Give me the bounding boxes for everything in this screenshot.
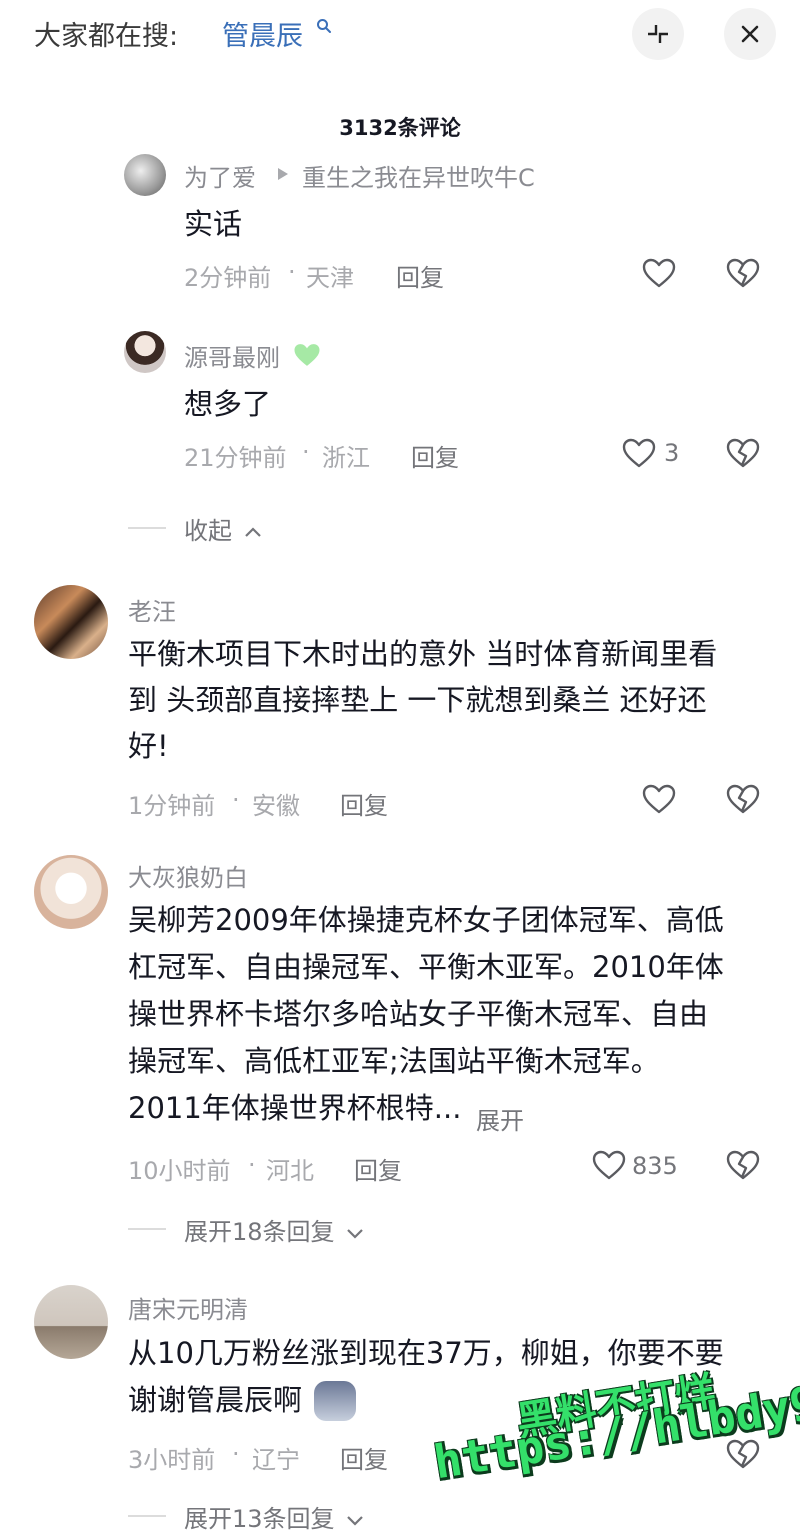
avatar[interactable] <box>34 585 108 659</box>
expand-replies-button[interactable]: 展开18条回复 <box>184 1212 364 1247</box>
avatar[interactable] <box>124 154 166 196</box>
husky-emoji-icon <box>314 1381 356 1421</box>
comment-text-line: 吴柳芳2009年体操捷克杯女子团体冠军、高低 <box>128 903 724 937</box>
reply-to-username[interactable]: 重生之我在异世吹牛C <box>302 158 535 193</box>
chevron-up-icon <box>244 527 261 537</box>
comment-text-line: 谢谢管晨辰啊 <box>128 1383 303 1417</box>
expand-text-button[interactable]: 展开 <box>476 1101 524 1136</box>
close-button[interactable] <box>724 8 776 60</box>
reply-text: 想多了 <box>184 387 272 421</box>
comment-text-line: 到 头颈部直接摔垫上 一下就想到桑兰 还好还 <box>128 683 707 717</box>
comment-text-line: 操冠军、高低杠亚军;法国站平衡木冠军。 <box>128 1044 660 1078</box>
minimize-icon <box>648 25 668 43</box>
meta-separator: · <box>302 438 310 466</box>
comment-time: 3小时前 <box>128 1446 216 1474</box>
avatar[interactable] <box>34 1285 108 1359</box>
like-count: 3 <box>664 439 680 467</box>
reply-button[interactable]: 回复 <box>411 438 459 473</box>
divider-line <box>128 1515 166 1517</box>
chevron-down-icon <box>347 1516 363 1526</box>
search-icon[interactable] <box>316 18 332 34</box>
like-icon[interactable] <box>591 1148 627 1184</box>
meta-separator: · <box>288 258 296 286</box>
divider-line <box>128 1228 166 1230</box>
expand-replies-label: 展开18条回复 <box>184 1218 335 1246</box>
comment-text-line: 平衡木项目下木时出的意外 当时体育新闻里看 <box>128 637 718 671</box>
comment-text-line: 操世界杯卡塔尔多哈站女子平衡木冠军、自由 <box>128 997 709 1031</box>
comment-text-line: 杠冠军、自由操冠军、平衡木亚军。2010年体 <box>128 950 724 984</box>
reply-time: 21分钟前 <box>184 444 287 472</box>
username[interactable]: 大灰狼奶白 <box>128 858 248 893</box>
reply-button[interactable]: 回复 <box>354 1151 402 1186</box>
reply-location: 浙江 <box>322 444 370 472</box>
comment-location: 辽宁 <box>252 1446 300 1474</box>
avatar[interactable] <box>34 855 108 929</box>
reply-button[interactable]: 回复 <box>396 258 444 293</box>
expand-replies-button[interactable]: 展开13条回复 <box>184 1499 364 1534</box>
chevron-down-icon <box>347 1229 363 1239</box>
meta-separator: · <box>248 1151 256 1179</box>
like-count: 835 <box>632 1152 678 1180</box>
comment-location: 河北 <box>266 1157 314 1185</box>
trending-label: 大家都在搜: <box>34 21 179 52</box>
username[interactable]: 老汪 <box>128 592 176 627</box>
divider-line <box>128 527 166 529</box>
like-icon[interactable] <box>621 436 657 472</box>
meta-separator: · <box>232 1440 240 1468</box>
like-icon[interactable] <box>641 782 677 818</box>
comment-time: 1分钟前 <box>128 792 216 820</box>
close-icon <box>741 25 759 43</box>
username[interactable]: 唐宋元明清 <box>128 1290 248 1325</box>
username[interactable]: 为了爱 <box>184 158 256 193</box>
reply-button[interactable]: 回复 <box>340 1440 388 1475</box>
comment-text-line: 2011年体操世界杯根特... <box>128 1091 462 1125</box>
comment-text-line: 从10几万粉丝涨到现在37万，柳姐，你要不要 <box>128 1336 724 1370</box>
reply-location: 天津 <box>306 264 354 292</box>
minimize-button[interactable] <box>632 8 684 60</box>
expand-replies-label: 展开13条回复 <box>184 1505 335 1533</box>
dislike-icon[interactable] <box>725 782 761 818</box>
collapse-label: 收起 <box>184 517 232 545</box>
green-heart-icon <box>294 344 320 366</box>
dislike-icon[interactable] <box>725 436 761 472</box>
meta-separator: · <box>232 786 240 814</box>
avatar[interactable] <box>124 331 166 373</box>
collapse-replies-button[interactable]: 收起 <box>184 511 262 546</box>
reply-button[interactable]: 回复 <box>340 786 388 821</box>
reply-text: 实话 <box>184 207 243 241</box>
reply-time: 2分钟前 <box>184 264 272 292</box>
trending-search-term[interactable]: 管晨辰 <box>222 14 303 53</box>
comment-text-line: 好! <box>128 729 169 763</box>
username[interactable]: 源哥最刚 <box>184 338 280 373</box>
comment-location: 安徽 <box>252 792 300 820</box>
dislike-icon[interactable] <box>725 1148 761 1184</box>
comments-count-title: 3132条评论 <box>339 116 461 140</box>
like-icon[interactable] <box>641 256 677 292</box>
reply-arrow-icon <box>278 168 288 180</box>
comment-time: 10小时前 <box>128 1157 231 1185</box>
dislike-icon[interactable] <box>725 256 761 292</box>
